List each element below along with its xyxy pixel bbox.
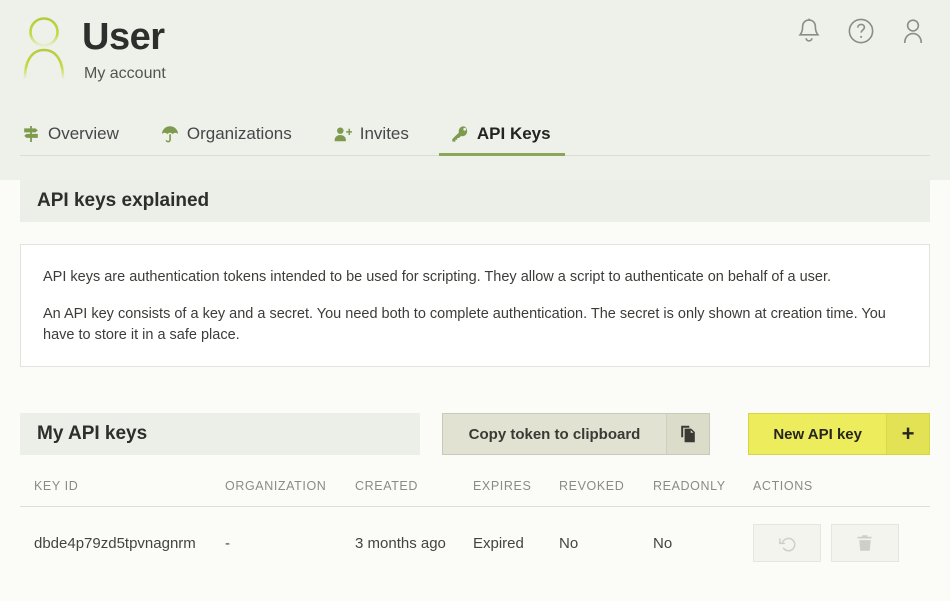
tab-organizations[interactable]: Organizations [159, 124, 294, 155]
row-action-buttons [753, 524, 924, 562]
revoke-button[interactable] [753, 524, 821, 562]
cell-revoked: No [559, 507, 653, 580]
user-plus-icon [334, 125, 352, 143]
api-keys-explained-header: API keys explained [20, 180, 930, 222]
column-header-revoked: REVOKED [559, 479, 653, 507]
new-api-key-label: New API key [749, 414, 886, 454]
tab-overview[interactable]: Overview [20, 124, 121, 155]
tab-label: Overview [48, 124, 119, 144]
main-content: API keys explained API keys are authenti… [0, 180, 950, 601]
tab-invites[interactable]: Invites [332, 124, 411, 155]
page-header: User My account [0, 0, 950, 108]
api-keys-explanation-card: API keys are authentication tokens inten… [20, 244, 930, 367]
column-header-created: CREATED [355, 479, 473, 507]
cell-actions [753, 507, 930, 580]
tabbar: Overview Organizations Invites API Keys [20, 108, 930, 156]
api-keys-table: KEY ID ORGANIZATION CREATED EXPIRES REVO… [20, 479, 930, 579]
explanation-paragraph-1: API keys are authentication tokens inten… [43, 267, 907, 288]
column-header-expires: EXPIRES [473, 479, 559, 507]
cell-readonly: No [653, 507, 753, 580]
signpost-icon [22, 125, 40, 143]
tab-label: API Keys [477, 124, 551, 144]
copy-token-label: Copy token to clipboard [443, 414, 667, 454]
my-api-keys-title: My API keys [20, 413, 420, 455]
cell-organization: - [225, 507, 355, 580]
cell-key-id: dbde4p79zd5tpvnagnrm [20, 507, 225, 580]
table-row: dbde4p79zd5tpvnagnrm - 3 months ago Expi… [20, 507, 930, 580]
tab-api-keys[interactable]: API Keys [449, 124, 553, 155]
person-outline-icon [20, 16, 68, 78]
key-icon [451, 125, 469, 143]
header-icon-group [794, 16, 928, 46]
copy-icon [666, 414, 709, 454]
tab-label: Invites [360, 124, 409, 144]
account-person-icon[interactable] [898, 16, 928, 46]
column-header-actions: ACTIONS [753, 479, 930, 507]
my-api-keys-toolbar: My API keys Copy token to clipboard New … [20, 413, 930, 455]
plus-icon: + [886, 414, 929, 454]
notifications-bell-icon[interactable] [794, 16, 824, 46]
copy-token-button[interactable]: Copy token to clipboard [442, 413, 711, 455]
column-header-organization: ORGANIZATION [225, 479, 355, 507]
table-header-row: KEY ID ORGANIZATION CREATED EXPIRES REVO… [20, 479, 930, 507]
help-circle-icon[interactable] [846, 16, 876, 46]
explanation-paragraph-2: An API key consists of a key and a secre… [43, 304, 907, 346]
cell-created: 3 months ago [355, 507, 473, 580]
umbrella-icon [161, 125, 179, 143]
tab-label: Organizations [187, 124, 292, 144]
column-header-key-id: KEY ID [20, 479, 225, 507]
cell-expires: Expired [473, 507, 559, 580]
column-header-readonly: READONLY [653, 479, 753, 507]
page-title: User [82, 18, 166, 58]
new-api-key-button[interactable]: New API key + [748, 413, 930, 455]
page-subtitle: My account [82, 65, 166, 83]
delete-button[interactable] [831, 524, 899, 562]
